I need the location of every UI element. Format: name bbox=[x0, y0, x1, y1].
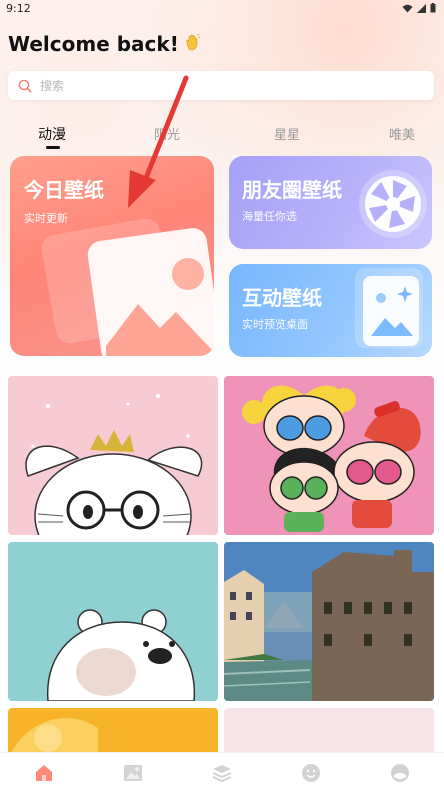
search-icon bbox=[18, 79, 32, 93]
wallpaper-tile-powerpuff[interactable] bbox=[224, 376, 434, 535]
picture-icon bbox=[124, 764, 143, 781]
today-card-subtitle: 实时更新 bbox=[24, 212, 68, 225]
nav-collections[interactable] bbox=[202, 758, 242, 788]
search-bar[interactable] bbox=[8, 71, 434, 100]
profile-icon bbox=[390, 763, 409, 782]
live-card-subtitle: 实时预览桌面 bbox=[242, 318, 308, 331]
wallpaper-tile-pink[interactable] bbox=[224, 708, 434, 758]
live-wallpaper-card[interactable]: 互动壁纸 实时预览桌面 bbox=[229, 264, 432, 357]
bear-illustration bbox=[47, 609, 196, 701]
tab-stars[interactable]: 星星 bbox=[274, 124, 300, 143]
bunny-illustration bbox=[25, 394, 203, 535]
wallpaper-tile-bear[interactable] bbox=[8, 542, 218, 701]
status-time: 9:12 bbox=[6, 1, 31, 15]
category-tabs: 动漫 阳光 星星 唯美 bbox=[0, 118, 444, 150]
home-icon bbox=[36, 764, 53, 781]
wallpaper-tile-yellow[interactable] bbox=[8, 708, 218, 758]
smiley-icon bbox=[301, 763, 320, 782]
wallpaper-tile-town[interactable] bbox=[224, 542, 434, 701]
wifi-icon bbox=[402, 4, 413, 12]
tab-aesthetic[interactable]: 唯美 bbox=[389, 124, 415, 143]
moments-card-title: 朋友圈壁纸 bbox=[242, 178, 342, 202]
search-input[interactable] bbox=[40, 78, 400, 93]
today-card-title: 今日壁纸 bbox=[24, 178, 104, 202]
waving-hand-icon bbox=[183, 33, 201, 56]
welcome-title: Welcome back! bbox=[8, 32, 201, 56]
nav-profile[interactable] bbox=[380, 758, 420, 788]
signal-icon bbox=[417, 3, 426, 13]
tab-sunshine[interactable]: 阳光 bbox=[154, 124, 180, 143]
welcome-text: Welcome back! bbox=[8, 32, 179, 56]
yellow-wallpaper-preview bbox=[8, 718, 98, 758]
status-bar: 9:12 bbox=[0, 0, 444, 16]
status-icons bbox=[402, 3, 436, 13]
wallpaper-tile-bunny[interactable] bbox=[8, 376, 218, 535]
bottom-navigation bbox=[0, 752, 444, 792]
tab-anime[interactable]: 动漫 bbox=[38, 124, 66, 144]
active-tab-indicator bbox=[46, 146, 60, 149]
powerpuff-illustration bbox=[242, 385, 421, 532]
moments-card-subtitle: 海量任你选 bbox=[242, 210, 297, 223]
nav-home[interactable] bbox=[24, 758, 64, 788]
today-wallpaper-card[interactable]: 今日壁纸 实时更新 bbox=[10, 156, 214, 356]
layers-icon bbox=[212, 764, 232, 782]
live-card-title: 互动壁纸 bbox=[242, 286, 322, 310]
nav-avatars[interactable] bbox=[291, 758, 331, 788]
nav-wallpapers[interactable] bbox=[113, 758, 153, 788]
battery-icon bbox=[430, 3, 436, 13]
moments-wallpaper-card[interactable]: 朋友圈壁纸 海量任你选 bbox=[229, 156, 432, 249]
town-landscape-illustration bbox=[224, 542, 434, 701]
